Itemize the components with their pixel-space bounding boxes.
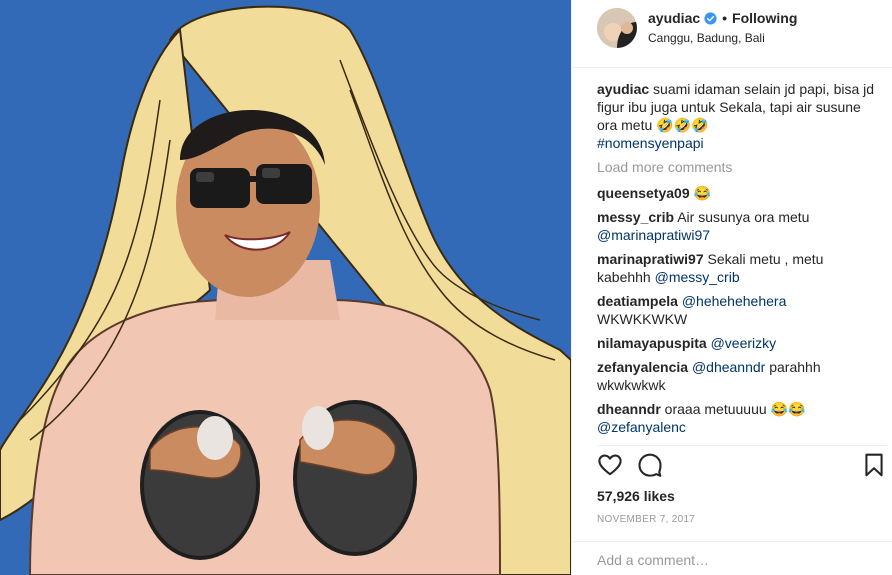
comment-mention[interactable]: @messy_crib xyxy=(655,269,740,285)
following-button[interactable]: Following xyxy=(732,10,797,26)
comment-mention[interactable]: @dheanndr xyxy=(692,359,765,375)
add-comment-input[interactable] xyxy=(597,552,877,568)
comment-username[interactable]: nilamayapuspita xyxy=(597,335,707,351)
comment-username[interactable]: deatiampela xyxy=(597,293,678,309)
post-photo[interactable] xyxy=(0,0,571,575)
post-actions xyxy=(597,452,887,480)
comment-item: marinapratiwi97 Sekali metu , metu kabeh… xyxy=(597,250,877,286)
comment-username[interactable]: queensetya09 xyxy=(597,185,690,201)
comment-item: dheanndr oraaa metuuuuu 😂😂 @zefanyalenc xyxy=(597,400,877,436)
avatar-image xyxy=(597,8,637,48)
comment-item: nilamayapuspita @veerizky xyxy=(597,334,877,352)
comment-item: deatiampela @hehehehehera WKWKKWKW xyxy=(597,292,877,328)
comment-text: WKWKKWKW xyxy=(597,311,688,327)
heart-icon[interactable] xyxy=(597,452,623,478)
comment-username[interactable]: zefanyalencia xyxy=(597,359,688,375)
caption: ayudiac suami idaman selain jd papi, bis… xyxy=(597,80,877,152)
comment-emoji: 😂 xyxy=(693,185,711,201)
comment-username[interactable]: dheanndr xyxy=(597,401,661,417)
avatar[interactable] xyxy=(597,8,637,48)
comment-username[interactable]: messy_crib xyxy=(597,209,674,225)
comment-text: oraaa metuuuuu xyxy=(664,401,767,417)
comment-mention[interactable]: @veerizky xyxy=(711,335,777,351)
post-date[interactable]: NOVEMBER 7, 2017 xyxy=(597,514,695,525)
comment-username[interactable]: marinapratiwi97 xyxy=(597,251,704,267)
comment-mention[interactable]: @hehehehehera xyxy=(682,293,787,309)
comment-mention[interactable]: @marinapratiwi97 xyxy=(597,227,710,243)
bookmark-icon[interactable] xyxy=(861,452,887,478)
actions-divider xyxy=(597,445,887,446)
caption-username[interactable]: ayudiac xyxy=(597,81,649,97)
location-link[interactable]: Canggu, Badung, Bali xyxy=(648,31,765,45)
header-separator: • xyxy=(722,10,728,26)
caption-hashtag[interactable]: #nomensyenpapi xyxy=(597,134,877,152)
post-sidebar: ayudiac • Following Canggu, Badung, Bali… xyxy=(571,0,892,575)
photo-illustration xyxy=(0,0,571,575)
caption-emoji: 🤣🤣🤣 xyxy=(656,117,709,133)
comment-item: messy_crib Air susunya ora metu @marinap… xyxy=(597,208,877,244)
comments-list: ayudiac suami idaman selain jd papi, bis… xyxy=(597,80,877,442)
header-username[interactable]: ayudiac xyxy=(648,10,700,26)
verified-badge-icon xyxy=(704,11,717,25)
comment-mention[interactable]: @zefanyalenc xyxy=(597,418,877,436)
likes-count[interactable]: 57,926 likes xyxy=(597,488,675,504)
comment-icon[interactable] xyxy=(637,452,663,478)
comment-item: zefanyalencia @dheanndr parahhh wkwkwkwk xyxy=(597,358,877,394)
comment-emoji: 😂😂 xyxy=(770,401,806,417)
comment-item: queensetya09 😂 xyxy=(597,184,877,202)
comment-box xyxy=(572,541,892,575)
load-more-comments-button[interactable]: Load more comments xyxy=(597,158,877,176)
header-user-line: ayudiac • Following xyxy=(648,10,797,26)
comment-text: Air susunya ora metu xyxy=(677,209,810,225)
post-header: ayudiac • Following Canggu, Badung, Bali xyxy=(572,0,892,68)
